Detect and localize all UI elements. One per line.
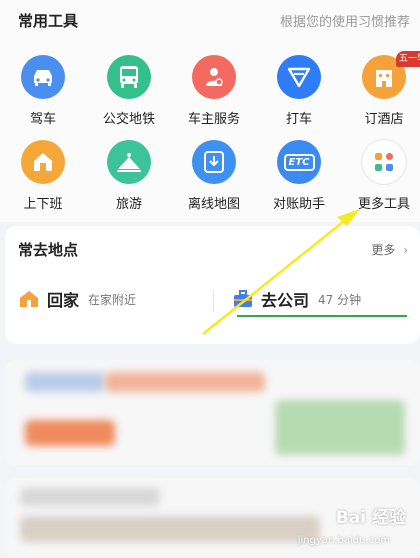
blurred-content (25, 420, 115, 446)
tools-title: 常用工具 (18, 12, 79, 30)
places-more-link[interactable]: 更多 › (371, 241, 408, 258)
feed-card[interactable] (5, 360, 420, 465)
tool-car-owner[interactable]: 车主服务 (174, 55, 254, 127)
tool-etc[interactable]: ETC 对账助手 (259, 140, 339, 212)
blurred-content (275, 400, 405, 455)
tool-label: 离线地图 (187, 197, 240, 212)
commute-icon (21, 140, 65, 184)
tools-hint: 根据您的使用习惯推荐 (279, 15, 410, 30)
work-eta: 47 分钟 (318, 292, 362, 307)
promo-badge: 五一早鸟 (396, 51, 420, 67)
more-tools-icon (362, 140, 406, 184)
watermark-url: jingyan.baidu.com (297, 535, 390, 546)
traffic-bar (237, 315, 407, 317)
tool-commute[interactable]: 上下班 (3, 140, 83, 212)
tool-label: 旅游 (115, 197, 142, 212)
watermark-logo: Bai 经验 (335, 508, 406, 528)
tool-label: 公交地铁 (102, 112, 155, 127)
more-label: 更多 (371, 243, 396, 257)
tool-drive[interactable]: 驾车 (3, 55, 83, 127)
tool-travel[interactable]: 旅游 (89, 140, 169, 212)
tool-label: 驾车 (29, 112, 56, 127)
tool-label: 更多工具 (357, 197, 410, 212)
taxi-icon (277, 55, 321, 99)
car-icon (21, 55, 65, 99)
places-title: 常去地点 (18, 241, 79, 259)
home-label: 回家 (47, 291, 80, 310)
home-status: 在家附近 (88, 292, 137, 307)
tool-hotel[interactable]: 五一早鸟 订酒店 (344, 51, 420, 127)
offline-map-icon (192, 140, 236, 184)
blurred-content (20, 516, 320, 542)
etc-icon: ETC (277, 140, 321, 184)
blurred-content (20, 488, 160, 506)
tools-card: 常用工具 根据您的使用习惯推荐 驾车 公交地铁 车主服务 打车 五一早鸟 订酒店 (0, 0, 420, 222)
frequent-places-card: 常去地点 更多 › 回家 在家附近 去公司 47 分钟 (5, 226, 420, 344)
blurred-content (25, 372, 105, 392)
tool-label: 上下班 (23, 197, 63, 212)
tool-more[interactable]: 更多工具 (344, 140, 420, 212)
place-home[interactable]: 回家 在家附近 (19, 287, 136, 311)
blurred-content (105, 372, 265, 392)
divider (213, 290, 214, 312)
travel-icon (107, 140, 151, 184)
briefcase-icon (234, 290, 252, 307)
bus-icon (107, 55, 151, 99)
chevron-right-icon: › (403, 243, 408, 257)
place-work[interactable]: 去公司 47 分钟 (233, 287, 361, 311)
tool-taxi[interactable]: 打车 (259, 55, 339, 127)
work-label: 去公司 (261, 291, 310, 310)
car-owner-icon (192, 55, 236, 99)
tool-label: 订酒店 (364, 112, 404, 127)
etc-icon-text: ETC (283, 153, 315, 171)
home-icon (20, 291, 38, 307)
tool-label: 车主服务 (187, 112, 240, 127)
tool-label: 对账助手 (272, 197, 325, 212)
tool-label: 打车 (285, 112, 312, 127)
tool-bus[interactable]: 公交地铁 (89, 55, 169, 127)
tool-offline-map[interactable]: 离线地图 (174, 140, 254, 212)
